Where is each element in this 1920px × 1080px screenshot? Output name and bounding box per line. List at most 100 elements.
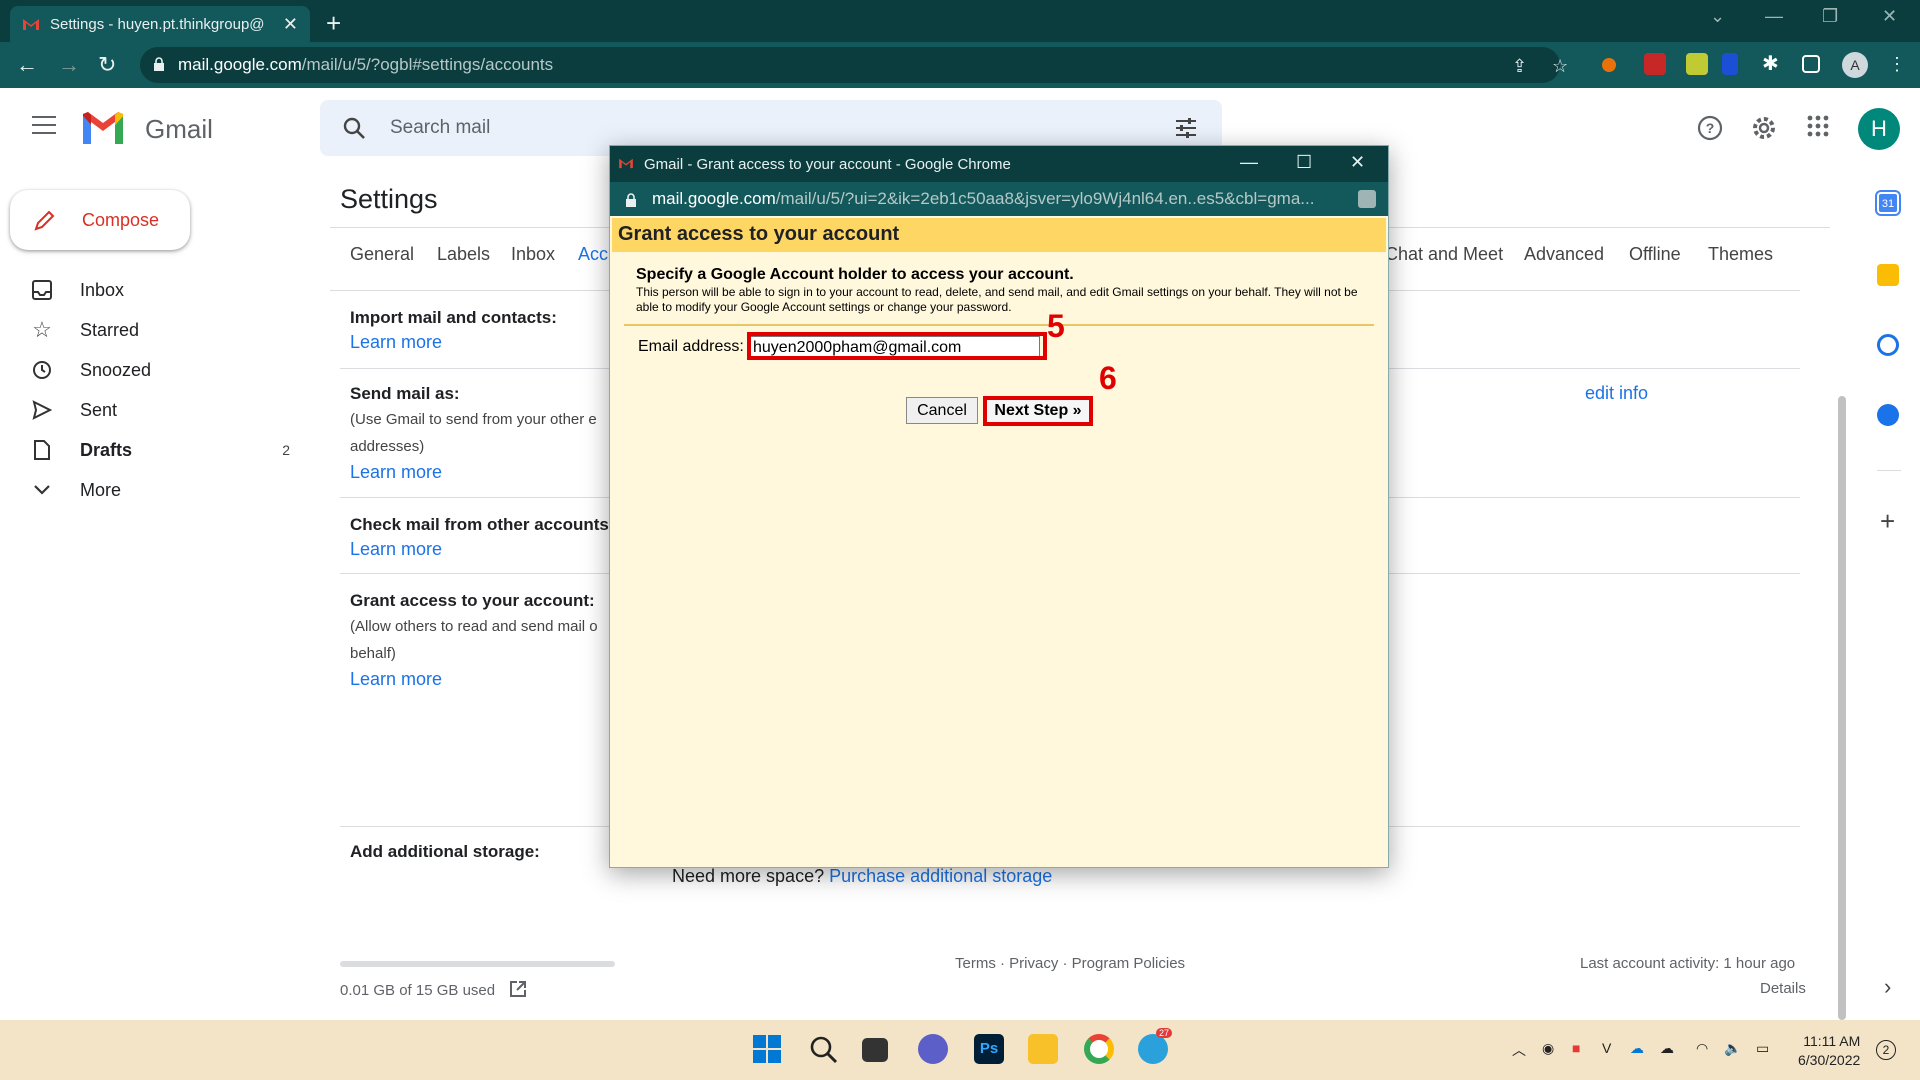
nav-item-sent[interactable]: Sent [30,394,290,426]
scrollbar[interactable] [1838,396,1846,1020]
nav-item-drafts[interactable]: Drafts 2 [30,434,290,466]
main-menu-icon[interactable] [32,116,56,140]
popup-header: Grant access to your account [612,218,1386,252]
battery-icon[interactable]: ▭ [1756,1040,1769,1057]
show-hidden-icons-icon[interactable]: ︿ [1512,1040,1526,1060]
popup-close-icon[interactable]: ✕ [1350,152,1365,173]
footer-links[interactable]: Terms · Privacy · Program Policies [955,955,1185,972]
popup-heading: Specify a Google Account holder to acces… [636,266,1074,283]
help-icon[interactable]: ? [1696,114,1724,142]
photoshop-icon[interactable]: Ps [974,1034,1004,1064]
forward-icon[interactable]: → [58,52,80,78]
url-host: mail.google.com [178,55,302,74]
external-link-icon[interactable] [509,980,527,998]
close-tab-icon[interactable]: ✕ [283,14,298,35]
extension-orange-icon[interactable] [1602,58,1616,72]
search-input[interactable]: Search mail [390,117,490,139]
teams-chat-icon[interactable] [918,1034,948,1064]
extension-ublock-icon[interactable] [1644,53,1666,75]
compose-label: Compose [82,209,160,230]
star-icon: ☆ [32,317,52,342]
check-mail-heading: Check mail from other accounts [350,515,609,534]
tasks-icon[interactable] [1877,334,1899,356]
tab-chat-and-meet[interactable]: Chat and Meet [1385,244,1503,265]
tab-search-icon[interactable]: ⌄ [1710,6,1725,27]
nav-item-snoozed[interactable]: Snoozed [30,354,290,386]
popup-url-bar[interactable]: mail.google.com/mail/u/5/?ui=2&ik=2eb1c5… [610,182,1388,216]
learn-more-link[interactable]: Learn more [350,332,442,353]
learn-more-link[interactable]: Learn more [350,669,442,690]
expand-panel-icon[interactable]: › [1884,974,1891,1000]
contacts-icon[interactable] [1877,404,1899,426]
grant-access-popup: Gmail - Grant access to your account - G… [609,145,1389,868]
browser-menu-icon[interactable]: ⋮ [1888,54,1906,75]
task-view-icon[interactable] [862,1038,888,1062]
details-link[interactable]: Details [1760,980,1806,997]
next-step-button[interactable]: Next Step » [983,396,1093,426]
tray-v-icon[interactable]: V [1602,1040,1611,1056]
popup-description: This person will be able to sign in to y… [636,285,1358,314]
close-window-icon[interactable]: ✕ [1882,6,1897,27]
tab-advanced[interactable]: Advanced [1524,244,1604,265]
search-taskbar-icon[interactable] [808,1034,838,1064]
tray-app-icon[interactable]: ◉ [1542,1040,1554,1057]
share-icon[interactable]: ⇪ [1512,56,1527,77]
extension-green-icon[interactable] [1686,53,1708,75]
tab-offline[interactable]: Offline [1629,244,1681,265]
extension-j-icon[interactable] [1722,53,1738,75]
search-icon[interactable] [342,116,366,140]
wifi-icon[interactable]: ◠ [1696,1040,1708,1057]
file-explorer-icon[interactable] [1028,1034,1058,1064]
windows-start-icon[interactable] [752,1034,782,1064]
reload-icon[interactable]: ↻ [98,52,116,78]
url-bar[interactable]: mail.google.com/mail/u/5/?ogbl#settings/… [140,47,1560,83]
tab-themes[interactable]: Themes [1708,244,1773,265]
tab-labels[interactable]: Labels [437,244,490,265]
last-activity: Last account activity: 1 hour ago [1580,955,1796,972]
learn-more-link[interactable]: Learn more [350,539,442,560]
notification-count[interactable]: 2 [1876,1040,1896,1060]
back-icon[interactable]: ← [16,52,38,78]
minimize-icon[interactable]: — [1765,6,1783,27]
popup-maximize-icon[interactable]: ☐ [1296,152,1312,173]
new-tab-icon[interactable]: + [326,8,341,39]
add-addon-icon[interactable]: + [1880,506,1895,537]
annotation-step-5: 5 [1047,308,1065,344]
telegram-icon[interactable]: 27 [1138,1028,1173,1064]
learn-more-link[interactable]: Learn more [350,462,442,483]
cloud-icon[interactable]: ☁ [1660,1040,1674,1057]
settings-gear-icon[interactable] [1750,114,1778,142]
tray-red-app-icon[interactable]: ■ [1572,1040,1580,1056]
bookmark-star-icon[interactable]: ☆ [1552,56,1568,77]
tab-inbox[interactable]: Inbox [511,244,555,265]
onedrive-icon[interactable]: ☁ [1630,1040,1644,1057]
gmail-wordmark: Gmail [145,114,213,144]
calendar-icon[interactable]: 31 [1875,190,1901,216]
chrome-icon[interactable] [1084,1034,1114,1064]
search-options-icon[interactable] [1174,116,1198,140]
keep-icon[interactable] [1877,264,1899,286]
account-avatar[interactable]: H [1858,108,1900,150]
edit-info-link[interactable]: edit info [1585,383,1648,404]
nav-item-starred[interactable]: ☆ Starred [30,314,290,346]
tab-accounts[interactable]: Acc [578,244,608,265]
popup-minimize-icon[interactable]: — [1240,152,1258,173]
google-apps-icon[interactable] [1806,114,1830,138]
nav-item-more[interactable]: More [30,474,290,506]
volume-icon[interactable]: 🔈 [1724,1040,1741,1057]
browser-tab[interactable]: Settings - huyen.pt.thinkgroup@ ✕ [10,6,310,42]
lock-icon [626,193,636,207]
nav-item-inbox[interactable]: Inbox [30,274,290,306]
browser-profile-avatar[interactable]: A [1842,52,1868,78]
maximize-icon[interactable]: ❐ [1822,6,1838,27]
extensions-puzzle-icon[interactable]: ✱ [1762,53,1784,75]
clock[interactable]: 11:11 AM 6/30/2022 [1798,1032,1860,1070]
purchase-storage-link[interactable]: Purchase additional storage [829,866,1052,886]
tab-general[interactable]: General [350,244,414,265]
translate-icon[interactable] [1358,190,1376,208]
cancel-button[interactable]: Cancel [906,397,978,424]
compose-button[interactable]: Compose [10,190,190,250]
popup-url-host: mail.google.com [652,189,776,208]
side-panel-icon[interactable] [1802,55,1820,73]
gmail-logo-icon[interactable] [80,110,126,151]
